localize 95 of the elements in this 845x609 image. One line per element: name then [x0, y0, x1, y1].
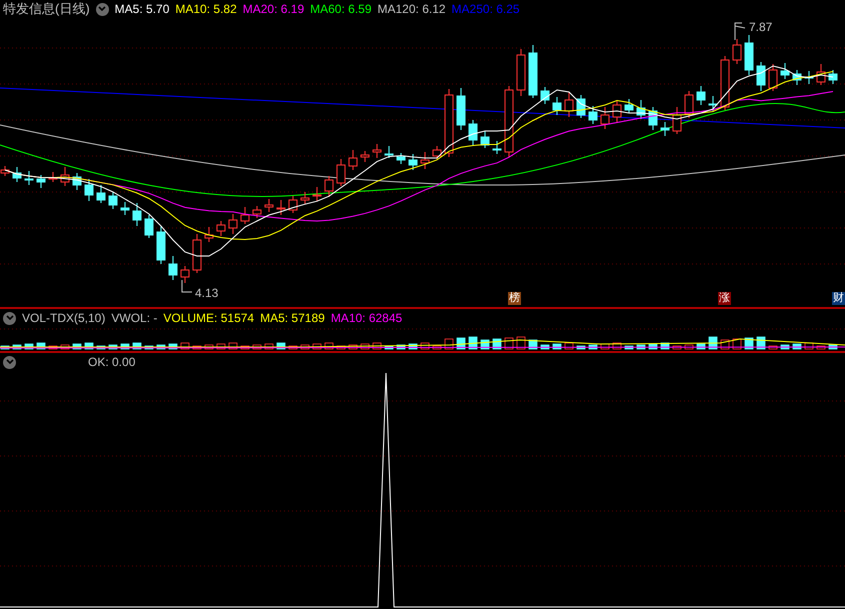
- candlestick: [696, 86, 706, 106]
- candlestick: [252, 206, 262, 218]
- candlestick: [348, 150, 358, 170]
- indicator-value: VOL-TDX(5,10): [22, 311, 106, 325]
- candlestick: [720, 56, 730, 110]
- dropdown-button[interactable]: [96, 2, 109, 16]
- candlestick: [96, 184, 106, 204]
- indicator-value: MA20: 6.19: [242, 2, 304, 16]
- candlestick: [444, 88, 454, 158]
- low-price-label: 4.13: [195, 286, 218, 300]
- candlestick: [456, 88, 466, 130]
- candlestick: [600, 106, 610, 130]
- candlestick: [660, 122, 670, 136]
- candlestick: [516, 48, 526, 96]
- candlestick: [408, 154, 418, 170]
- candlestick: [228, 214, 238, 234]
- event-badge[interactable]: 涨: [718, 292, 731, 305]
- candlestick: [264, 198, 274, 212]
- chevron-down-icon: [6, 315, 14, 321]
- indicator-value: MA60: 6.59: [310, 2, 372, 16]
- candlestick: [540, 86, 550, 104]
- candlestick: [564, 92, 574, 118]
- candlestick: [300, 192, 310, 204]
- indicator-value: VWOL: -: [111, 311, 158, 325]
- candlestick: [12, 166, 22, 182]
- candlestick: [36, 174, 46, 188]
- candlestick: [816, 64, 826, 86]
- candlestick: [132, 202, 142, 226]
- candlestick: [288, 196, 298, 214]
- candlestick: [672, 106, 682, 134]
- dropdown-button[interactable]: [3, 312, 16, 324]
- candlestick: [120, 202, 130, 216]
- candlestick: [636, 100, 646, 120]
- candlestick: [180, 266, 190, 284]
- candlestick: [732, 38, 742, 64]
- indicator-value: MA120: 6.12: [378, 2, 446, 16]
- candlestick: [360, 150, 370, 162]
- candlestick: [324, 176, 334, 198]
- candlestick: [684, 90, 694, 118]
- high-price-label: 7.87: [749, 20, 772, 34]
- candlestick: [72, 172, 82, 190]
- candlestick: [240, 206, 250, 224]
- candlestick: [420, 152, 430, 170]
- candlestick: [576, 94, 586, 118]
- indicator-value: MA5: 57189: [260, 311, 325, 325]
- candlestick: [612, 100, 622, 124]
- candlestick: [156, 226, 166, 264]
- candlestick: [780, 62, 790, 80]
- dropdown-button[interactable]: [3, 356, 16, 368]
- candlestick: [336, 158, 346, 186]
- indicator-value: OK: 0.00: [88, 355, 136, 369]
- indicator-value: MA10: 5.82: [175, 2, 237, 16]
- candlestick: [744, 34, 754, 76]
- candlestick: [468, 120, 478, 146]
- candlestick: [276, 200, 286, 216]
- indicator-value: MA10: 62845: [330, 311, 402, 325]
- candlestick: [216, 220, 226, 236]
- candlestick: [552, 96, 562, 116]
- candlestick: [432, 146, 442, 160]
- candlestick: [168, 256, 178, 280]
- candlestick: [480, 130, 490, 148]
- chevron-down-icon: [98, 6, 106, 12]
- candlestick: [492, 140, 502, 154]
- candlestick: [624, 98, 634, 114]
- candlestick: [48, 172, 58, 182]
- candlestick: [528, 44, 538, 98]
- candlestick: [60, 166, 70, 186]
- candlestick: [708, 96, 718, 112]
- candlestick: [756, 62, 766, 92]
- candlestick: [144, 214, 154, 238]
- event-badge[interactable]: 榜: [508, 292, 521, 305]
- candlestick: [504, 86, 514, 158]
- candlestick: [192, 234, 202, 274]
- leader-line: [182, 280, 192, 292]
- chart-title: 特发信息(日线): [3, 0, 90, 18]
- candlestick: [384, 146, 394, 158]
- candlestick: [648, 106, 658, 130]
- chevron-down-icon: [6, 359, 14, 365]
- candlestick: [108, 192, 118, 210]
- candlestick: [792, 70, 802, 86]
- candlestick: [828, 70, 838, 84]
- leader-line: [734, 22, 746, 40]
- candlestick: [312, 186, 322, 202]
- candlestick: [372, 144, 382, 158]
- indicator-value: VOLUME: 51574: [163, 311, 254, 325]
- candlestick: [396, 152, 406, 164]
- candlestick: [768, 64, 778, 92]
- event-badge[interactable]: 财: [832, 292, 845, 305]
- candlestick: [24, 170, 34, 186]
- candlestick: [84, 178, 94, 202]
- candlestick: [204, 226, 214, 242]
- indicator-value: MA5: 5.70: [114, 2, 170, 16]
- candlestick: [588, 106, 598, 124]
- indicator-value: MA250: 6.25: [452, 2, 520, 16]
- candlestick: [804, 70, 814, 84]
